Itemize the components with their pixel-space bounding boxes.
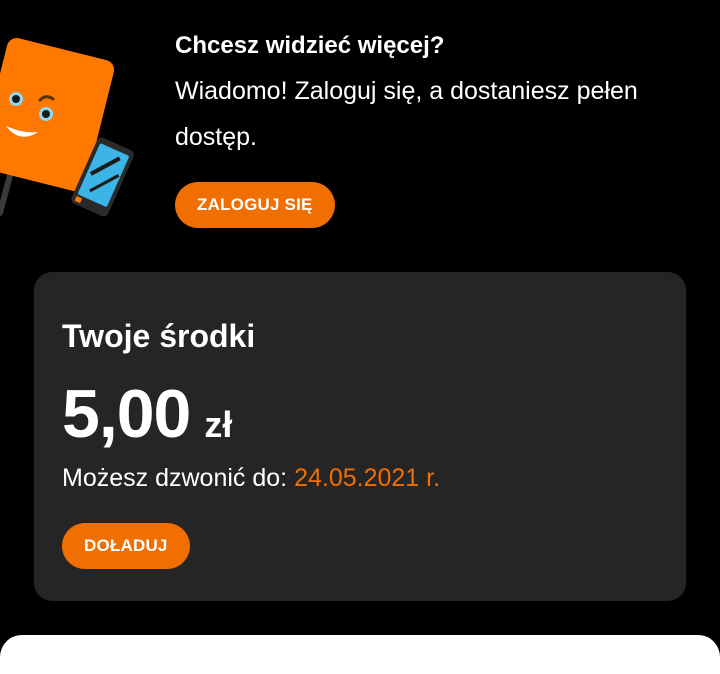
bottom-sheet-panel — [0, 635, 720, 674]
app-screen: Chcesz widzieć więcej? Wiadomo! Zaloguj … — [0, 0, 720, 674]
balance-title: Twoje środki — [62, 318, 256, 354]
balance-amount: 5,00 zł — [62, 374, 232, 454]
orange-mascot-with-phone-icon — [0, 28, 140, 218]
promo-description: Wiadomo! Zaloguj się, a dostaniesz pełen… — [175, 77, 638, 151]
promo-title: Chcesz widzieć więcej? — [175, 32, 445, 59]
balance-card: Twoje środki 5,00 zł Możesz dzwonić do: … — [34, 272, 686, 601]
balance-currency: zł — [204, 404, 233, 445]
login-button[interactable]: ZALOGUJ SIĘ — [175, 182, 335, 228]
promo-text-block: Chcesz widzieć więcej? Wiadomo! Zaloguj … — [175, 30, 705, 160]
top-up-button[interactable]: DOŁADUJ — [62, 523, 190, 569]
validity-date: 24.05.2021 r. — [294, 464, 441, 492]
validity-info: Możesz dzwonić do: 24.05.2021 r. — [62, 462, 440, 494]
validity-label: Możesz dzwonić do: — [62, 464, 288, 492]
login-promo-banner: Chcesz widzieć więcej? Wiadomo! Zaloguj … — [0, 0, 720, 250]
balance-amount-value: 5,00 — [62, 376, 191, 452]
